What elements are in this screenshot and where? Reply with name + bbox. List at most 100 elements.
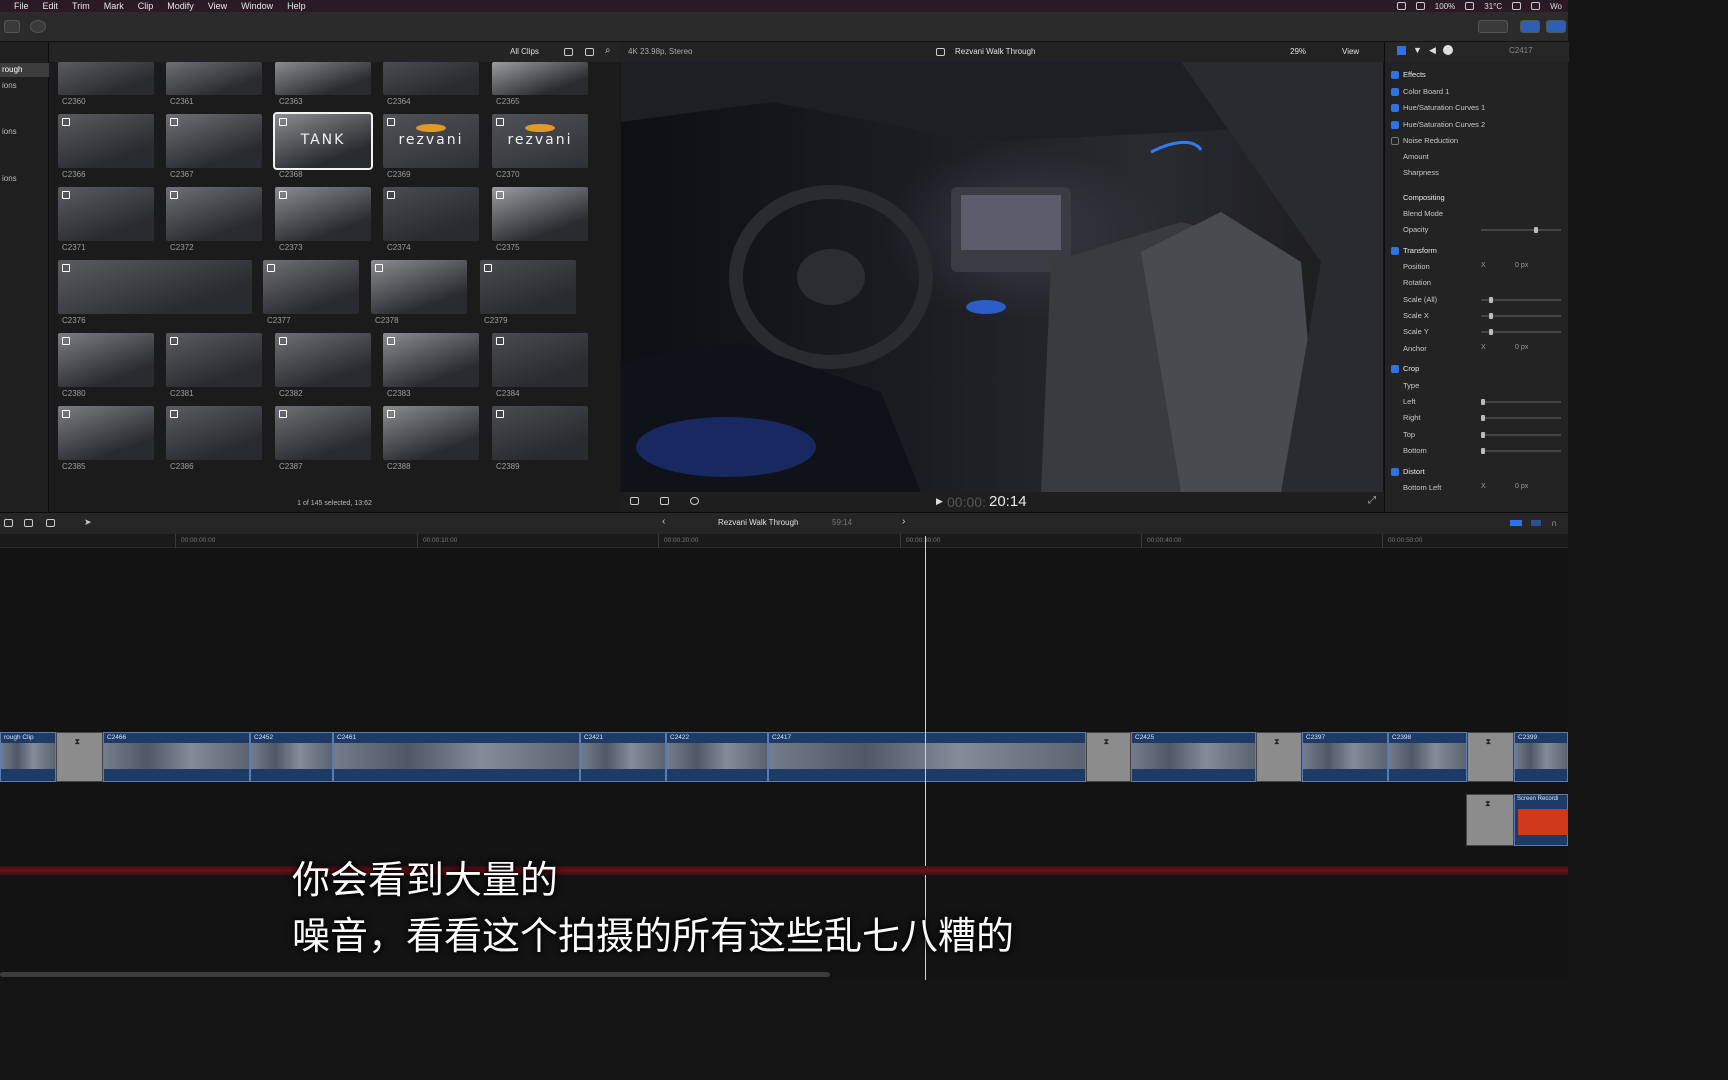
clip-item[interactable]: C2380 [58, 333, 154, 399]
gap-clip[interactable]: ⧗ [1256, 732, 1302, 782]
timeline-clip[interactable]: C2461 [333, 732, 580, 782]
clip-thumbnail[interactable] [275, 62, 371, 95]
inspector-row[interactable]: Blend Mode [1385, 207, 1569, 221]
clip-thumbnail[interactable] [275, 406, 371, 460]
menubar-right-text[interactable]: Wo [1550, 2, 1562, 11]
clip-thumbnail[interactable] [58, 260, 252, 314]
inspector-row[interactable]: Opacity [1385, 223, 1569, 237]
clip-checkbox-icon[interactable] [170, 191, 178, 199]
clip-checkbox-icon[interactable] [387, 191, 395, 199]
weather-temp[interactable]: 31°C [1484, 2, 1502, 11]
clip-thumbnail[interactable] [492, 187, 588, 241]
timeline-clip[interactable]: C2421 [580, 732, 666, 782]
inspector-row[interactable]: Amount [1385, 150, 1569, 164]
inspector-row[interactable]: Noise Reduction [1385, 134, 1569, 148]
clip-item[interactable]: C2382 [275, 333, 371, 399]
zoom-dropdown[interactable]: 29% [1290, 47, 1306, 56]
checkbox-icon[interactable] [1391, 71, 1399, 79]
clip-checkbox-icon[interactable] [170, 410, 178, 418]
timeline-clip[interactable]: C2425 [1131, 732, 1256, 782]
clip-thumbnail[interactable] [371, 260, 467, 314]
clip-checkbox-icon[interactable] [387, 118, 395, 126]
clip-item[interactable]: C2385 [58, 406, 154, 472]
clip-checkbox-icon[interactable] [170, 337, 178, 345]
clip-item[interactable]: rezvani C2370 [492, 114, 588, 180]
clip-thumbnail[interactable]: TANK [273, 112, 373, 170]
wifi-icon[interactable] [1512, 2, 1522, 10]
search-icon[interactable]: ⌕ [605, 45, 611, 56]
inspector-row[interactable]: Anchor X 0 px [1385, 342, 1569, 356]
skimming-icon[interactable] [1510, 520, 1522, 526]
clip-thumbnail[interactable] [383, 333, 479, 387]
clip-item[interactable]: C2386 [166, 406, 262, 472]
clip-checkbox-icon[interactable] [62, 337, 70, 345]
timeline-clip[interactable]: C2399 [1514, 732, 1568, 782]
checkbox-icon[interactable] [1391, 121, 1399, 129]
inspector-row[interactable]: Top [1385, 428, 1569, 442]
transform-tool-icon[interactable] [630, 497, 639, 505]
fullscreen-icon[interactable]: ⤢ [1368, 495, 1376, 506]
clip-item[interactable]: C2389 [492, 406, 588, 472]
audio-icon[interactable]: ◀ [1429, 45, 1436, 56]
clip-checkbox-icon[interactable] [279, 118, 287, 126]
inspector-toggle-icon[interactable] [1546, 20, 1566, 33]
inspector-row[interactable]: Effects [1385, 68, 1569, 82]
clip-item[interactable]: C2383 [383, 333, 479, 399]
clip-checkbox-icon[interactable] [62, 264, 70, 272]
slider-knob[interactable] [1481, 432, 1485, 438]
menu-clip[interactable]: Clip [138, 1, 154, 11]
clip-checkbox-icon[interactable] [62, 410, 70, 418]
clip-item[interactable]: C2367 [166, 114, 262, 180]
clip-item[interactable]: C2363 [275, 62, 371, 107]
inspector-slider[interactable] [1481, 329, 1561, 335]
clip-thumbnail[interactable] [166, 406, 262, 460]
audio-skim-icon[interactable] [1531, 520, 1541, 526]
gap-clip[interactable]: ⧗ [1086, 732, 1131, 782]
inspector-row[interactable]: Hue/Saturation Curves 1 [1385, 101, 1569, 115]
clip-checkbox-icon[interactable] [496, 337, 504, 345]
checkbox-icon[interactable] [1391, 468, 1399, 476]
inspector-row[interactable]: Distort [1385, 465, 1569, 479]
view-dropdown[interactable]: View [1342, 47, 1359, 56]
clip-checkbox-icon[interactable] [387, 337, 395, 345]
clip-thumbnail[interactable] [480, 260, 576, 314]
clip-item[interactable]: C2384 [492, 333, 588, 399]
list-view-icon[interactable] [585, 48, 594, 56]
sidebar-item-2[interactable]: ions [0, 125, 49, 139]
inspector-row[interactable]: Bottom [1385, 444, 1569, 458]
clip-thumbnail[interactable] [263, 260, 359, 314]
timeline-clip[interactable]: C2397 [1302, 732, 1388, 782]
info-icon[interactable] [1443, 45, 1453, 55]
timeline-clip[interactable]: C2422 [666, 732, 768, 782]
refresh-icon[interactable] [30, 20, 46, 33]
clip-thumbnail[interactable] [383, 62, 479, 95]
clip-thumbnail[interactable] [58, 187, 154, 241]
clip-item[interactable]: C2381 [166, 333, 262, 399]
checkbox-icon[interactable] [1391, 104, 1399, 112]
timeline-clip[interactable]: C2398 [1388, 732, 1467, 782]
clip-item[interactable]: C2375 [492, 187, 588, 253]
clip-thumbnail[interactable] [166, 333, 262, 387]
checkbox-icon[interactable] [1391, 137, 1399, 145]
clip-checkbox-icon[interactable] [62, 118, 70, 126]
clip-item[interactable]: C2365 [492, 62, 588, 107]
back-arrow-icon[interactable]: ‹ [662, 516, 665, 527]
checkbox-icon[interactable] [1391, 88, 1399, 96]
inspector-value[interactable]: 0 px [1515, 262, 1528, 269]
clip-thumbnail[interactable] [275, 333, 371, 387]
menu-file[interactable]: File [14, 1, 29, 11]
sidebar-item-1[interactable]: ions [0, 79, 49, 93]
search-icon[interactable] [1531, 2, 1541, 10]
inspector-slider[interactable] [1481, 415, 1561, 421]
inspector-slider[interactable] [1481, 313, 1561, 319]
clip-thumbnail[interactable] [58, 114, 154, 168]
clip-appearance-icon[interactable] [4, 519, 13, 527]
key-icon[interactable] [4, 20, 20, 33]
clip-item[interactable]: C2374 [383, 187, 479, 253]
clip-thumbnail[interactable] [166, 62, 262, 95]
inspector-row[interactable]: Bottom Left X 0 px [1385, 481, 1569, 495]
sidebar-item-3[interactable]: ions [0, 172, 49, 186]
speed-icon[interactable] [690, 497, 699, 505]
connected-clip[interactable]: Screen Recordi [1514, 794, 1568, 846]
menu-view[interactable]: View [208, 1, 227, 11]
